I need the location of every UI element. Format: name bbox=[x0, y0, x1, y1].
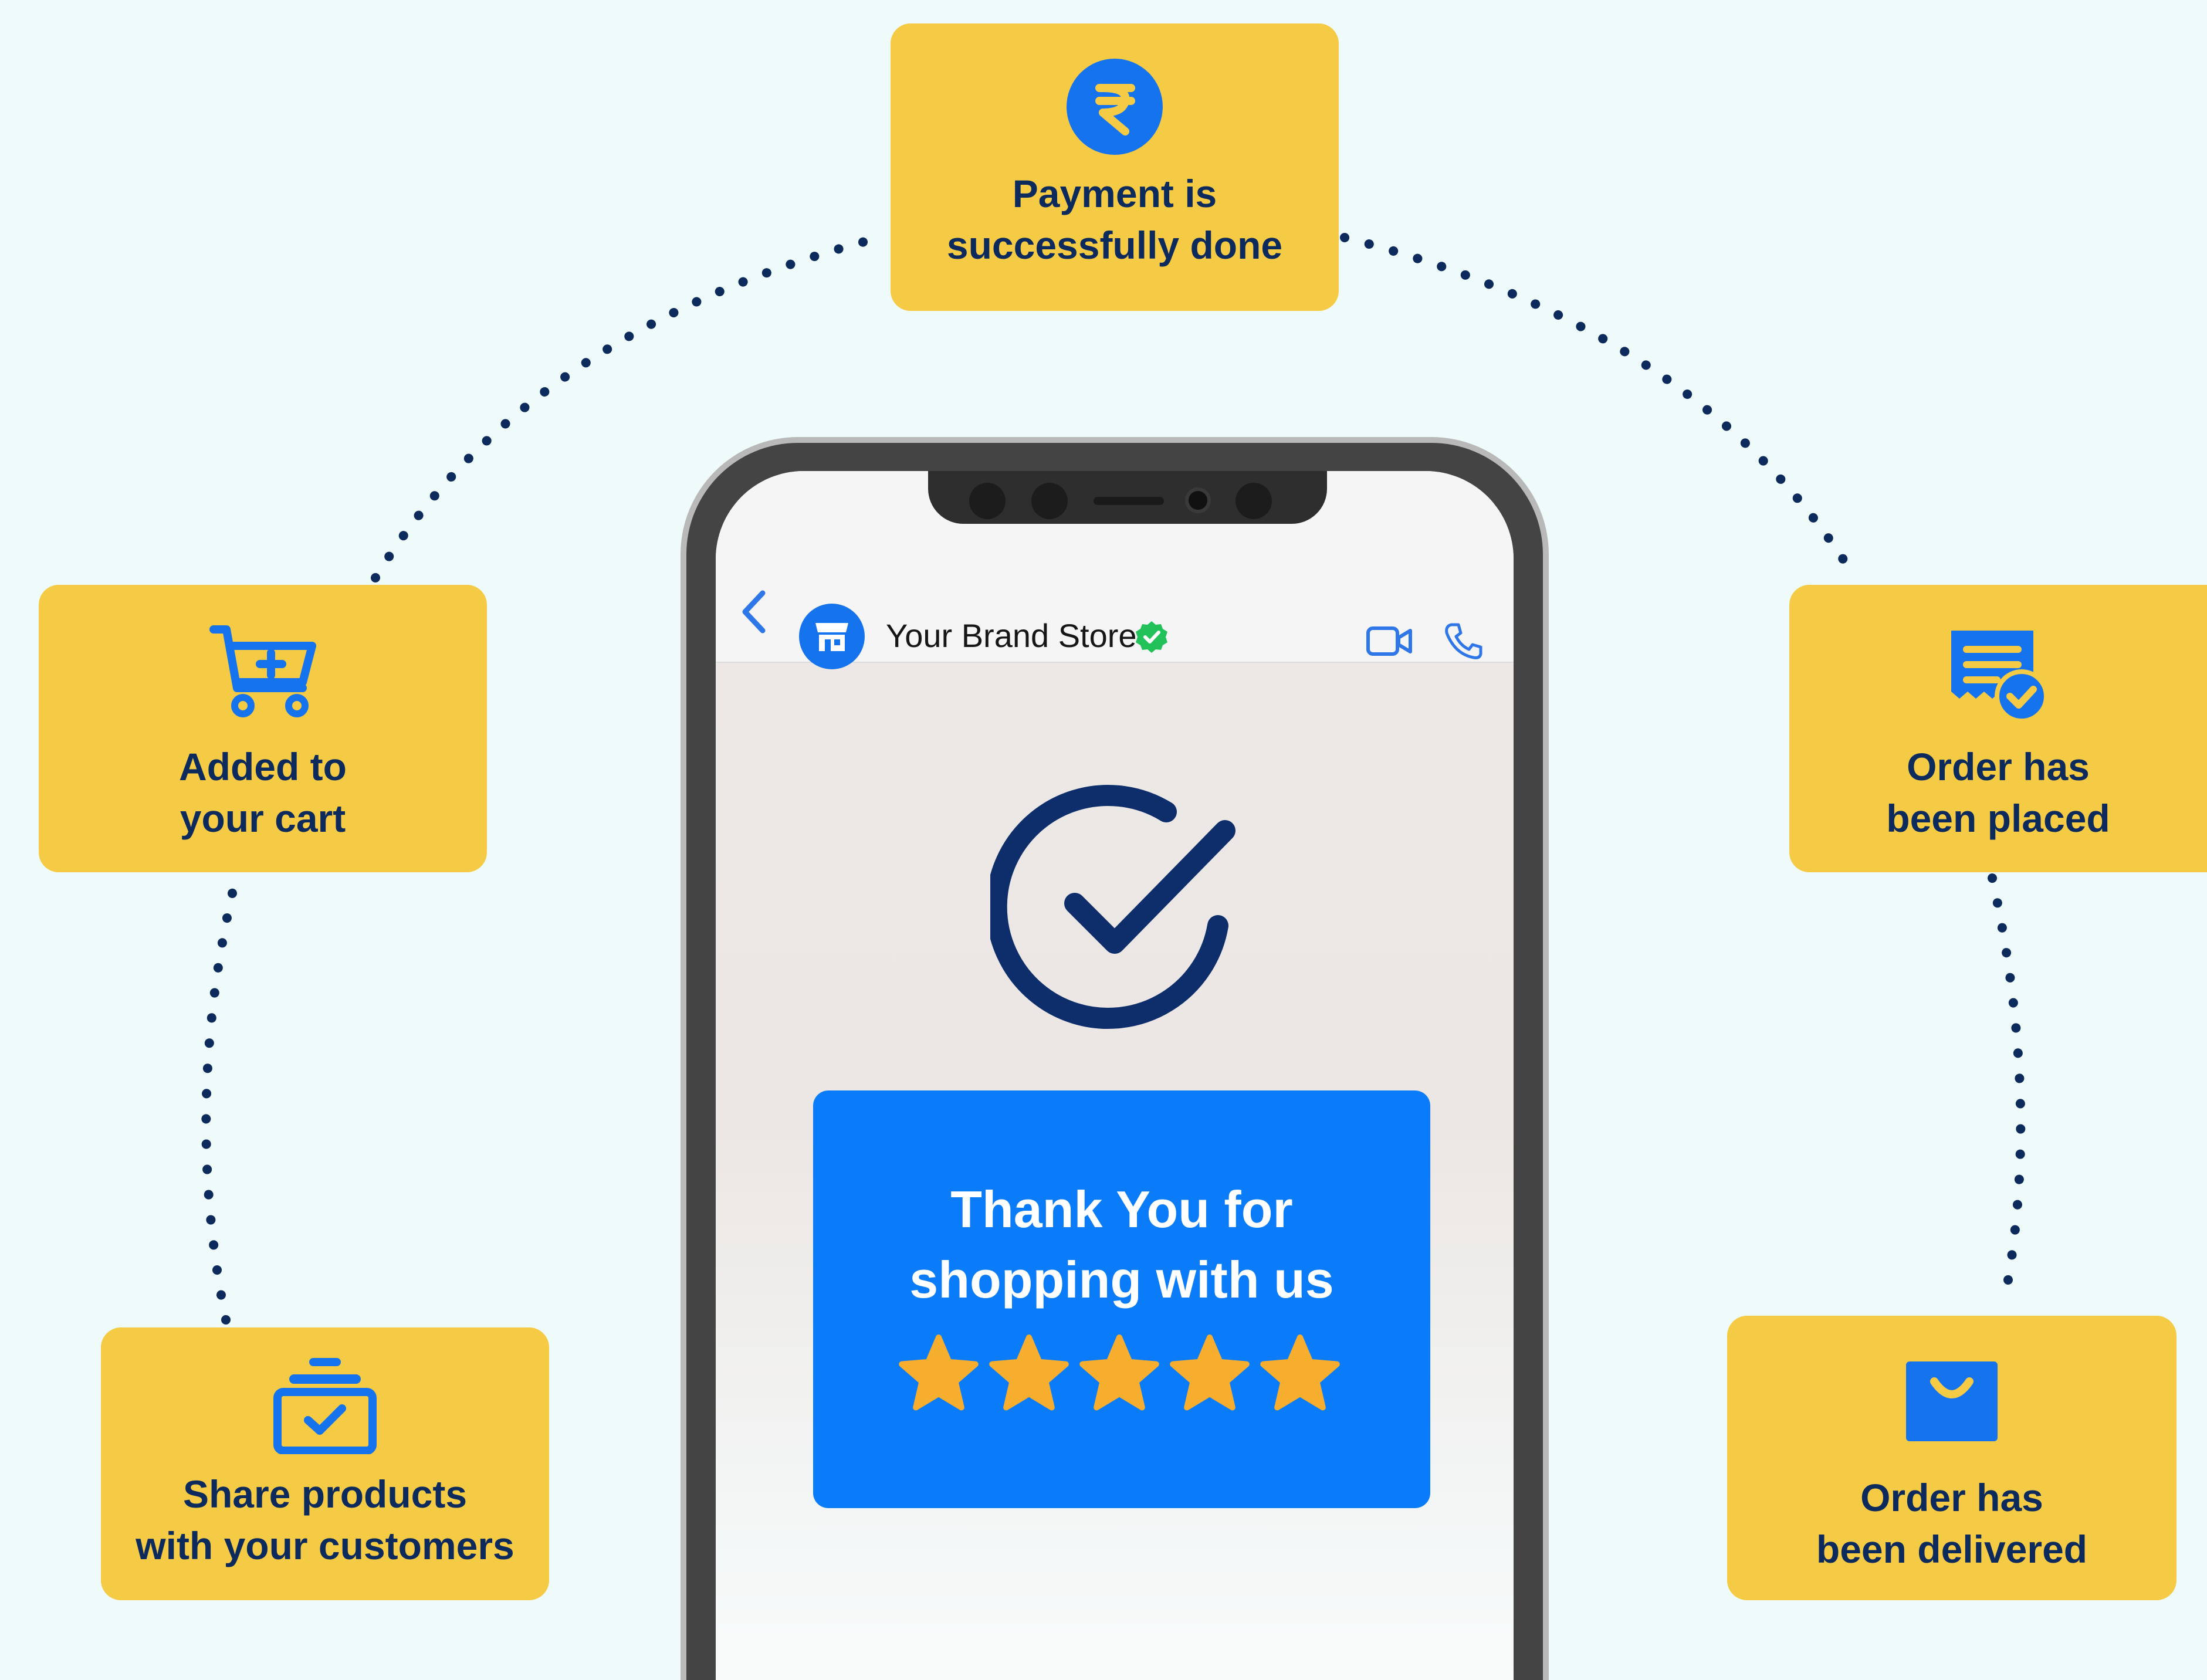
step-placed-line1: Order has bbox=[1907, 745, 2090, 788]
avatar[interactable] bbox=[799, 604, 865, 669]
step-share-card: Share products with your customers bbox=[101, 1327, 549, 1600]
check-circle-icon bbox=[990, 785, 1235, 1029]
step-delivered-line2: been delivered bbox=[1816, 1527, 2088, 1571]
step-share-line2: with your customers bbox=[136, 1524, 514, 1567]
star-rating bbox=[899, 1334, 1340, 1411]
connector-placed-to-delivered bbox=[1988, 873, 2026, 1301]
phone-call-icon[interactable] bbox=[1443, 621, 1483, 661]
step-share-line1: Share products bbox=[182, 1472, 468, 1516]
step-placed-card: Order has been placed bbox=[1789, 585, 2207, 872]
step-payment-label: Payment is successfully done bbox=[947, 168, 1282, 271]
phone-notch bbox=[928, 471, 1327, 524]
storefront-icon bbox=[815, 623, 848, 651]
receipt-check-icon bbox=[1951, 631, 2049, 721]
video-call-icon[interactable] bbox=[1366, 625, 1413, 658]
step-payment-line1: Payment is bbox=[1012, 172, 1217, 215]
step-placed-label: Order has been placed bbox=[1886, 741, 2110, 844]
shopping-bag-icon bbox=[1906, 1361, 1998, 1441]
star-icon bbox=[1170, 1334, 1250, 1411]
step-placed-line2: been placed bbox=[1886, 797, 2110, 840]
chevron-left-icon[interactable] bbox=[739, 588, 767, 644]
cart-add-icon bbox=[209, 625, 316, 717]
thank-you-line1: Thank You for bbox=[950, 1180, 1293, 1238]
rupee-icon bbox=[1067, 59, 1163, 155]
thank-you-message: Thank You for shopping with us bbox=[813, 1090, 1430, 1508]
step-delivered-card: Order has been delivered bbox=[1727, 1316, 2176, 1600]
box-check-icon bbox=[273, 1358, 377, 1454]
thank-you-line2: shopping with us bbox=[909, 1251, 1334, 1309]
step-share-label: Share products with your customers bbox=[136, 1468, 514, 1571]
step-cart-card: Added to your cart bbox=[39, 585, 487, 872]
step-delivered-label: Order has been delivered bbox=[1816, 1472, 2087, 1575]
step-cart-line1: Added to bbox=[179, 745, 347, 788]
step-cart-line2: your cart bbox=[180, 797, 346, 840]
step-payment-line2: successfully done bbox=[946, 223, 1283, 267]
step-delivered-line1: Order has bbox=[1860, 1476, 2043, 1519]
star-icon bbox=[989, 1334, 1069, 1411]
store-name: Your Brand Store bbox=[886, 617, 1137, 654]
connector-share-to-cart bbox=[201, 873, 241, 1325]
step-payment-card: Payment is successfully done bbox=[891, 23, 1339, 311]
verified-badge-icon bbox=[1136, 621, 1167, 653]
star-icon bbox=[899, 1334, 979, 1411]
step-cart-label: Added to your cart bbox=[179, 741, 347, 844]
star-icon bbox=[1079, 1334, 1159, 1411]
star-icon bbox=[1260, 1334, 1340, 1411]
